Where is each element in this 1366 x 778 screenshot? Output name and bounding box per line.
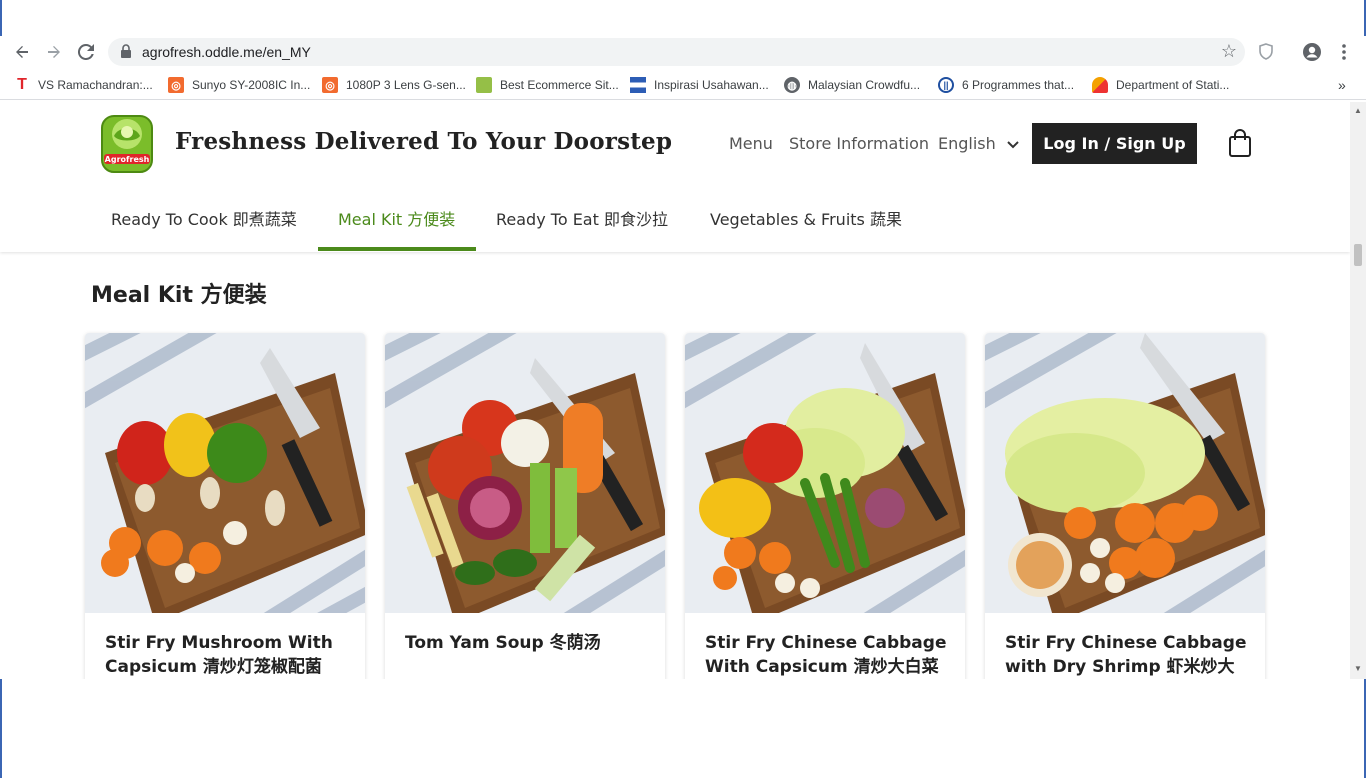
logo-text: Agrofresh bbox=[105, 155, 150, 164]
product-card[interactable]: Stir Fry Chinese Cabbage with Dry Shrimp… bbox=[985, 333, 1265, 679]
language-label: English bbox=[938, 134, 996, 153]
tab-meal-kit[interactable]: Meal Kit 方便装 bbox=[338, 206, 455, 230]
scroll-up-icon[interactable]: ▲ bbox=[1354, 106, 1362, 115]
product-title[interactable]: Tom Yam Soup 冬荫汤 bbox=[405, 631, 650, 655]
browser-tab-strip bbox=[0, 0, 1366, 36]
bookmark-item[interactable]: ◎ 1080P 3 Lens G-sen... bbox=[322, 76, 466, 94]
chevron-down-icon bbox=[1007, 141, 1019, 149]
reload-icon[interactable] bbox=[74, 40, 98, 64]
shopify-favicon-icon bbox=[476, 77, 492, 93]
bookmark-star-icon[interactable]: ☆ bbox=[1221, 41, 1237, 62]
language-selector[interactable]: English bbox=[938, 134, 1019, 153]
bookmark-item[interactable]: Department of Stati... bbox=[1092, 76, 1229, 94]
t-favicon-icon: T bbox=[17, 76, 27, 93]
page-viewport: Agrofresh Freshness Delivered To Your Do… bbox=[0, 102, 1350, 679]
nav-store-information-link[interactable]: Store Information bbox=[789, 134, 929, 153]
site-tagline: Freshness Delivered To Your Doorstep bbox=[175, 128, 673, 155]
nav-menu-link[interactable]: Menu bbox=[729, 134, 773, 153]
bookmark-item[interactable]: Best Ecommerce Sit... bbox=[476, 76, 619, 94]
product-title[interactable]: Stir Fry Chinese Cabbage with Dry Shrimp… bbox=[1005, 631, 1250, 679]
scroll-down-icon[interactable]: ▼ bbox=[1354, 664, 1362, 673]
flag-favicon-icon bbox=[630, 77, 646, 93]
bookmarks-bar: T VS Ramachandran:... ◎ Sunyo SY-2008IC In… bbox=[0, 68, 1366, 100]
aliexpress-favicon-icon: ◎ bbox=[168, 77, 184, 93]
tab-ready-to-eat[interactable]: Ready To Eat 即食沙拉 bbox=[496, 206, 668, 230]
product-card[interactable]: Stir Fry Chinese Cabbage With Capsicum 清… bbox=[685, 333, 965, 679]
product-card[interactable]: Stir Fry Mushroom With Capsicum 清炒灯笼椒配菌 bbox=[85, 333, 365, 679]
bookmark-item[interactable]: || 6 Programmes that... bbox=[938, 76, 1074, 94]
product-title[interactable]: Stir Fry Chinese Cabbage With Capsicum 清… bbox=[705, 631, 950, 679]
back-icon[interactable] bbox=[10, 40, 34, 64]
bookmark-item[interactable]: ◎ Sunyo SY-2008IC In... bbox=[168, 76, 310, 94]
shopping-bag-icon[interactable] bbox=[1228, 128, 1252, 158]
product-card[interactable]: Tom Yam Soup 冬荫汤 bbox=[385, 333, 665, 679]
circle-favicon-icon: || bbox=[938, 77, 954, 93]
bookmark-item[interactable]: T VS Ramachandran:... bbox=[14, 76, 153, 94]
url-text: agrofresh.oddle.me/en_MY bbox=[142, 44, 311, 60]
bookmarks-overflow-icon[interactable]: » bbox=[1338, 76, 1346, 94]
agrofresh-logo[interactable]: Agrofresh bbox=[100, 112, 154, 174]
profile-icon[interactable] bbox=[1302, 42, 1322, 62]
product-image[interactable] bbox=[685, 333, 965, 613]
bookmark-item[interactable]: ◍ Malaysian Crowdfu... bbox=[784, 76, 920, 94]
shield-extension-icon[interactable] bbox=[1256, 42, 1276, 62]
browser-toolbar: agrofresh.oddle.me/en_MY ☆ bbox=[0, 36, 1366, 68]
tab-ready-to-cook[interactable]: Ready To Cook 即煮蔬菜 bbox=[111, 206, 297, 230]
login-signup-button[interactable]: Log In / Sign Up bbox=[1032, 123, 1197, 164]
globe-favicon-icon: ◍ bbox=[784, 77, 800, 93]
address-bar[interactable]: agrofresh.oddle.me/en_MY ☆ bbox=[108, 38, 1245, 66]
tab-vegetables-fruits[interactable]: Vegetables & Fruits 蔬果 bbox=[710, 206, 902, 230]
section-title: Meal Kit 方便装 bbox=[91, 283, 267, 308]
aliexpress-favicon-icon: ◎ bbox=[322, 77, 338, 93]
forward-icon[interactable] bbox=[42, 40, 66, 64]
product-title[interactable]: Stir Fry Mushroom With Capsicum 清炒灯笼椒配菌 bbox=[105, 631, 350, 679]
scrollbar-thumb[interactable] bbox=[1354, 244, 1362, 266]
page-scrollbar[interactable]: ▲ ▼ bbox=[1350, 102, 1366, 679]
active-tab-indicator bbox=[318, 247, 476, 251]
dosm-favicon-icon bbox=[1092, 77, 1108, 93]
product-image[interactable] bbox=[85, 333, 365, 613]
lock-icon bbox=[121, 44, 131, 58]
product-image[interactable] bbox=[385, 333, 665, 613]
bookmark-item[interactable]: Inspirasi Usahawan... bbox=[630, 76, 769, 94]
product-image[interactable] bbox=[985, 333, 1265, 613]
site-header: Agrofresh Freshness Delivered To Your Do… bbox=[0, 102, 1350, 252]
window-bottom-area bbox=[0, 679, 1366, 778]
kebab-menu-icon[interactable] bbox=[1334, 42, 1354, 62]
